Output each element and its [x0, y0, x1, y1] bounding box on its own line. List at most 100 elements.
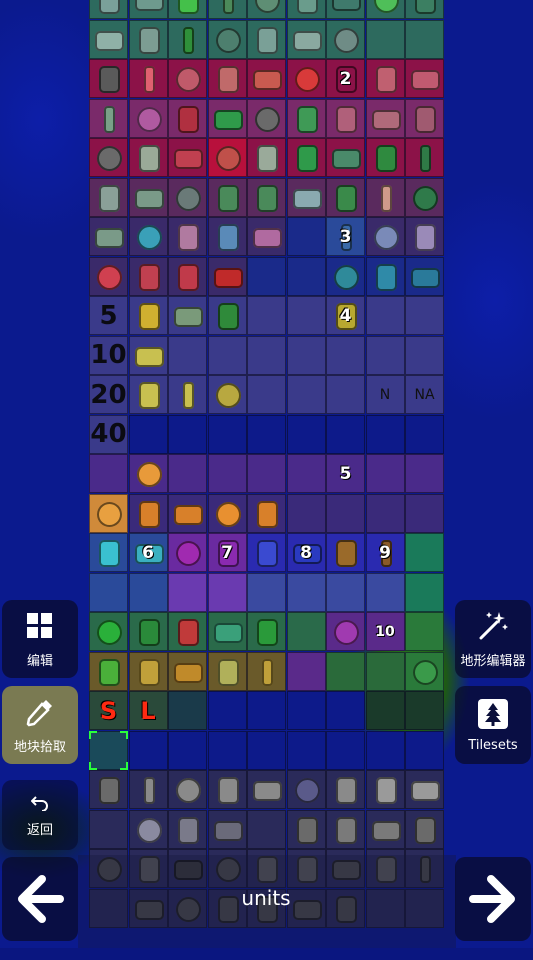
palette-tile[interactable]: 40 — [89, 414, 128, 454]
palette-tile[interactable] — [286, 59, 326, 98]
palette-tile[interactable]: L — [128, 691, 168, 730]
palette-tile[interactable] — [128, 0, 168, 19]
palette-tile[interactable] — [326, 533, 365, 572]
tilesets-button[interactable]: Tilesets — [455, 686, 531, 764]
palette-tile[interactable] — [405, 770, 444, 809]
palette-tile[interactable]: 5 — [326, 454, 365, 493]
palette-tile[interactable] — [207, 730, 247, 770]
palette-tile[interactable] — [247, 59, 286, 98]
palette-tile[interactable] — [286, 770, 326, 809]
palette-tile[interactable] — [247, 572, 286, 612]
palette-tile[interactable] — [128, 296, 168, 335]
palette-tile[interactable]: 6 — [128, 533, 168, 572]
palette-tile[interactable] — [89, 572, 128, 612]
palette-tile[interactable] — [405, 809, 444, 849]
palette-tile[interactable] — [405, 414, 444, 454]
palette-tile[interactable] — [405, 454, 444, 493]
tile-picker-button[interactable]: 地块拾取 — [2, 686, 78, 764]
palette-tile[interactable] — [207, 809, 247, 849]
palette-tile[interactable] — [326, 256, 365, 296]
palette-tile[interactable] — [89, 19, 128, 59]
palette-tile[interactable] — [286, 414, 326, 454]
palette-tile[interactable] — [247, 493, 286, 533]
palette-tile[interactable] — [326, 375, 365, 414]
palette-tile[interactable] — [207, 98, 247, 138]
palette-tile[interactable] — [286, 612, 326, 651]
palette-tile[interactable] — [326, 0, 365, 19]
palette-tile[interactable] — [207, 612, 247, 651]
palette-tile[interactable] — [365, 138, 405, 177]
palette-tile[interactable] — [207, 414, 247, 454]
palette-tile[interactable] — [168, 612, 207, 651]
palette-tile[interactable] — [326, 177, 365, 217]
palette-tile[interactable] — [168, 19, 207, 59]
palette-tile[interactable] — [128, 454, 168, 493]
palette-tile[interactable] — [286, 809, 326, 849]
palette-tile[interactable] — [365, 572, 405, 612]
palette-tile[interactable] — [365, 256, 405, 296]
palette-tile[interactable] — [405, 493, 444, 533]
palette-tile[interactable] — [405, 138, 444, 177]
palette-tile[interactable] — [168, 770, 207, 809]
palette-tile[interactable] — [405, 256, 444, 296]
palette-tile[interactable] — [128, 809, 168, 849]
palette-tile[interactable]: N — [365, 375, 405, 414]
palette-tile[interactable] — [405, 651, 444, 691]
palette-tile[interactable] — [286, 335, 326, 375]
palette-tile[interactable] — [247, 0, 286, 19]
palette-tile[interactable] — [128, 730, 168, 770]
palette-tile[interactable] — [168, 256, 207, 296]
palette-tile[interactable]: 3 — [326, 217, 365, 256]
palette-tile[interactable] — [168, 296, 207, 335]
palette-tile[interactable] — [326, 572, 365, 612]
palette-tile[interactable] — [247, 730, 286, 770]
palette-tile[interactable] — [89, 454, 128, 493]
palette-tile[interactable] — [365, 651, 405, 691]
palette-tile[interactable] — [128, 138, 168, 177]
palette-tile[interactable] — [207, 770, 247, 809]
palette-tile[interactable] — [286, 375, 326, 414]
palette-tile[interactable] — [89, 809, 128, 849]
palette-tile[interactable] — [286, 730, 326, 770]
palette-tile[interactable]: 10 — [89, 335, 128, 375]
back-button[interactable]: 返回 — [2, 780, 78, 850]
palette-tile[interactable] — [128, 414, 168, 454]
palette-tile[interactable] — [247, 375, 286, 414]
palette-tile[interactable] — [365, 493, 405, 533]
palette-tile[interactable] — [207, 572, 247, 612]
palette-tile[interactable] — [286, 651, 326, 691]
palette-tile[interactable] — [247, 651, 286, 691]
palette-tile[interactable] — [286, 454, 326, 493]
palette-tile[interactable] — [168, 651, 207, 691]
palette-tile[interactable] — [286, 256, 326, 296]
palette-tile[interactable] — [128, 770, 168, 809]
palette-tile[interactable] — [128, 59, 168, 98]
palette-tile[interactable] — [247, 19, 286, 59]
palette-tile[interactable] — [286, 691, 326, 730]
palette-tile[interactable] — [207, 256, 247, 296]
palette-tile[interactable] — [326, 138, 365, 177]
palette-tile[interactable] — [207, 454, 247, 493]
palette-tile[interactable] — [405, 59, 444, 98]
palette-tile[interactable] — [168, 730, 207, 770]
palette-tile[interactable] — [365, 177, 405, 217]
palette-tile[interactable] — [207, 19, 247, 59]
palette-tile[interactable] — [326, 730, 365, 770]
palette-tile[interactable]: 10 — [365, 612, 405, 651]
palette-tile[interactable] — [168, 138, 207, 177]
palette-tile[interactable] — [128, 375, 168, 414]
palette-tile[interactable] — [168, 572, 207, 612]
palette-tile[interactable] — [286, 296, 326, 335]
palette-tile[interactable] — [405, 177, 444, 217]
palette-tile[interactable] — [168, 414, 207, 454]
palette-tile[interactable]: 7 — [207, 533, 247, 572]
palette-tile[interactable]: 4 — [326, 296, 365, 335]
palette-tile[interactable] — [89, 256, 128, 296]
palette-tile[interactable] — [89, 533, 128, 572]
palette-tile[interactable] — [168, 454, 207, 493]
palette-tile[interactable] — [405, 19, 444, 59]
palette-tile[interactable]: S — [89, 691, 128, 730]
palette-tile[interactable] — [365, 809, 405, 849]
palette-tile[interactable]: 2 — [326, 59, 365, 98]
palette-tile[interactable] — [326, 809, 365, 849]
